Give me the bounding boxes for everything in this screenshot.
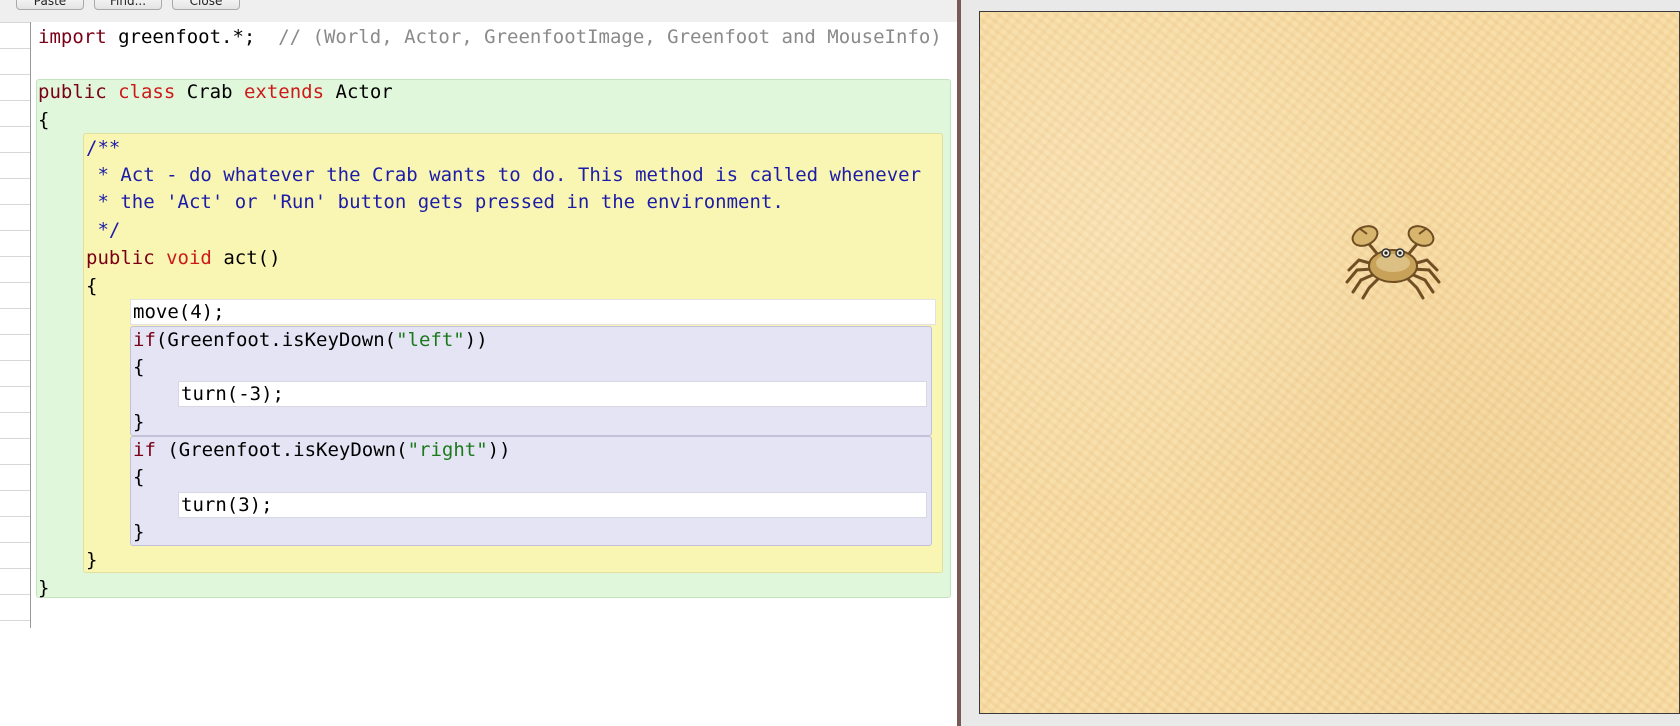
code-line-move[interactable]: move(4); xyxy=(133,300,225,324)
keyword: if xyxy=(133,329,156,351)
code-line-class-decl[interactable]: public class Crab extends Actor xyxy=(38,80,393,104)
code-line-brace[interactable]: } xyxy=(133,520,144,544)
comment: // (World, Actor, GreenfootImage, Greenf… xyxy=(255,26,942,48)
keyword: extends xyxy=(243,81,325,103)
code-area: import greenfoot.*; // (World, Actor, Gr… xyxy=(0,0,960,726)
code-text: (Greenfoot.isKeyDown( xyxy=(155,439,408,461)
string-literal: "left" xyxy=(396,329,465,351)
code-line-method-decl[interactable]: public void act() xyxy=(86,246,281,270)
code-line-brace[interactable]: } xyxy=(38,576,49,600)
code-line-javadoc[interactable]: /** xyxy=(86,136,120,160)
code-line-turn-left[interactable]: turn(-3); xyxy=(181,382,284,406)
world-view[interactable] xyxy=(979,11,1680,714)
code-line-brace[interactable]: } xyxy=(133,410,144,434)
keyword: import xyxy=(38,26,107,48)
code-text: (Greenfoot.isKeyDown( xyxy=(155,329,397,351)
code-editor[interactable]: Paste Find... Close import greenfoot.*; … xyxy=(0,0,960,726)
crab-icon[interactable] xyxy=(1341,220,1445,300)
code-text: )) xyxy=(487,439,511,461)
code-line-if-left[interactable]: if(Greenfoot.isKeyDown("left")) xyxy=(133,328,488,352)
code-line-javadoc[interactable]: * Act - do whatever the Crab wants to do… xyxy=(86,163,958,187)
code-line-brace[interactable]: { xyxy=(38,108,49,132)
code-line-brace[interactable]: { xyxy=(133,355,144,379)
superclass-name: Actor xyxy=(335,81,393,103)
statement-block xyxy=(130,299,936,325)
code-line-brace[interactable]: } xyxy=(86,548,97,572)
code-line-javadoc[interactable]: * the 'Act' or 'Run' button gets pressed… xyxy=(86,190,783,214)
keyword: void xyxy=(166,247,212,269)
keyword: public xyxy=(38,81,107,103)
code-line-javadoc[interactable]: */ xyxy=(86,218,120,242)
code-line-brace[interactable]: { xyxy=(86,274,97,298)
statement-block xyxy=(178,492,927,518)
keyword: if xyxy=(133,439,156,461)
string-literal: "right" xyxy=(407,439,488,461)
code-text: )) xyxy=(464,329,488,351)
code-line-if-right[interactable]: if (Greenfoot.isKeyDown("right")) xyxy=(133,438,511,462)
keyword: class xyxy=(118,81,176,103)
statement-block xyxy=(178,381,927,407)
keyword: public xyxy=(86,247,155,269)
method-signature: act() xyxy=(223,247,281,269)
code-line-turn-right[interactable]: turn(3); xyxy=(181,493,273,517)
code-line-brace[interactable]: { xyxy=(133,465,144,489)
code-line-import[interactable]: import greenfoot.*; // (World, Actor, Gr… xyxy=(38,25,958,49)
code-text: greenfoot.*; xyxy=(106,26,256,48)
class-name: Crab xyxy=(186,81,233,103)
